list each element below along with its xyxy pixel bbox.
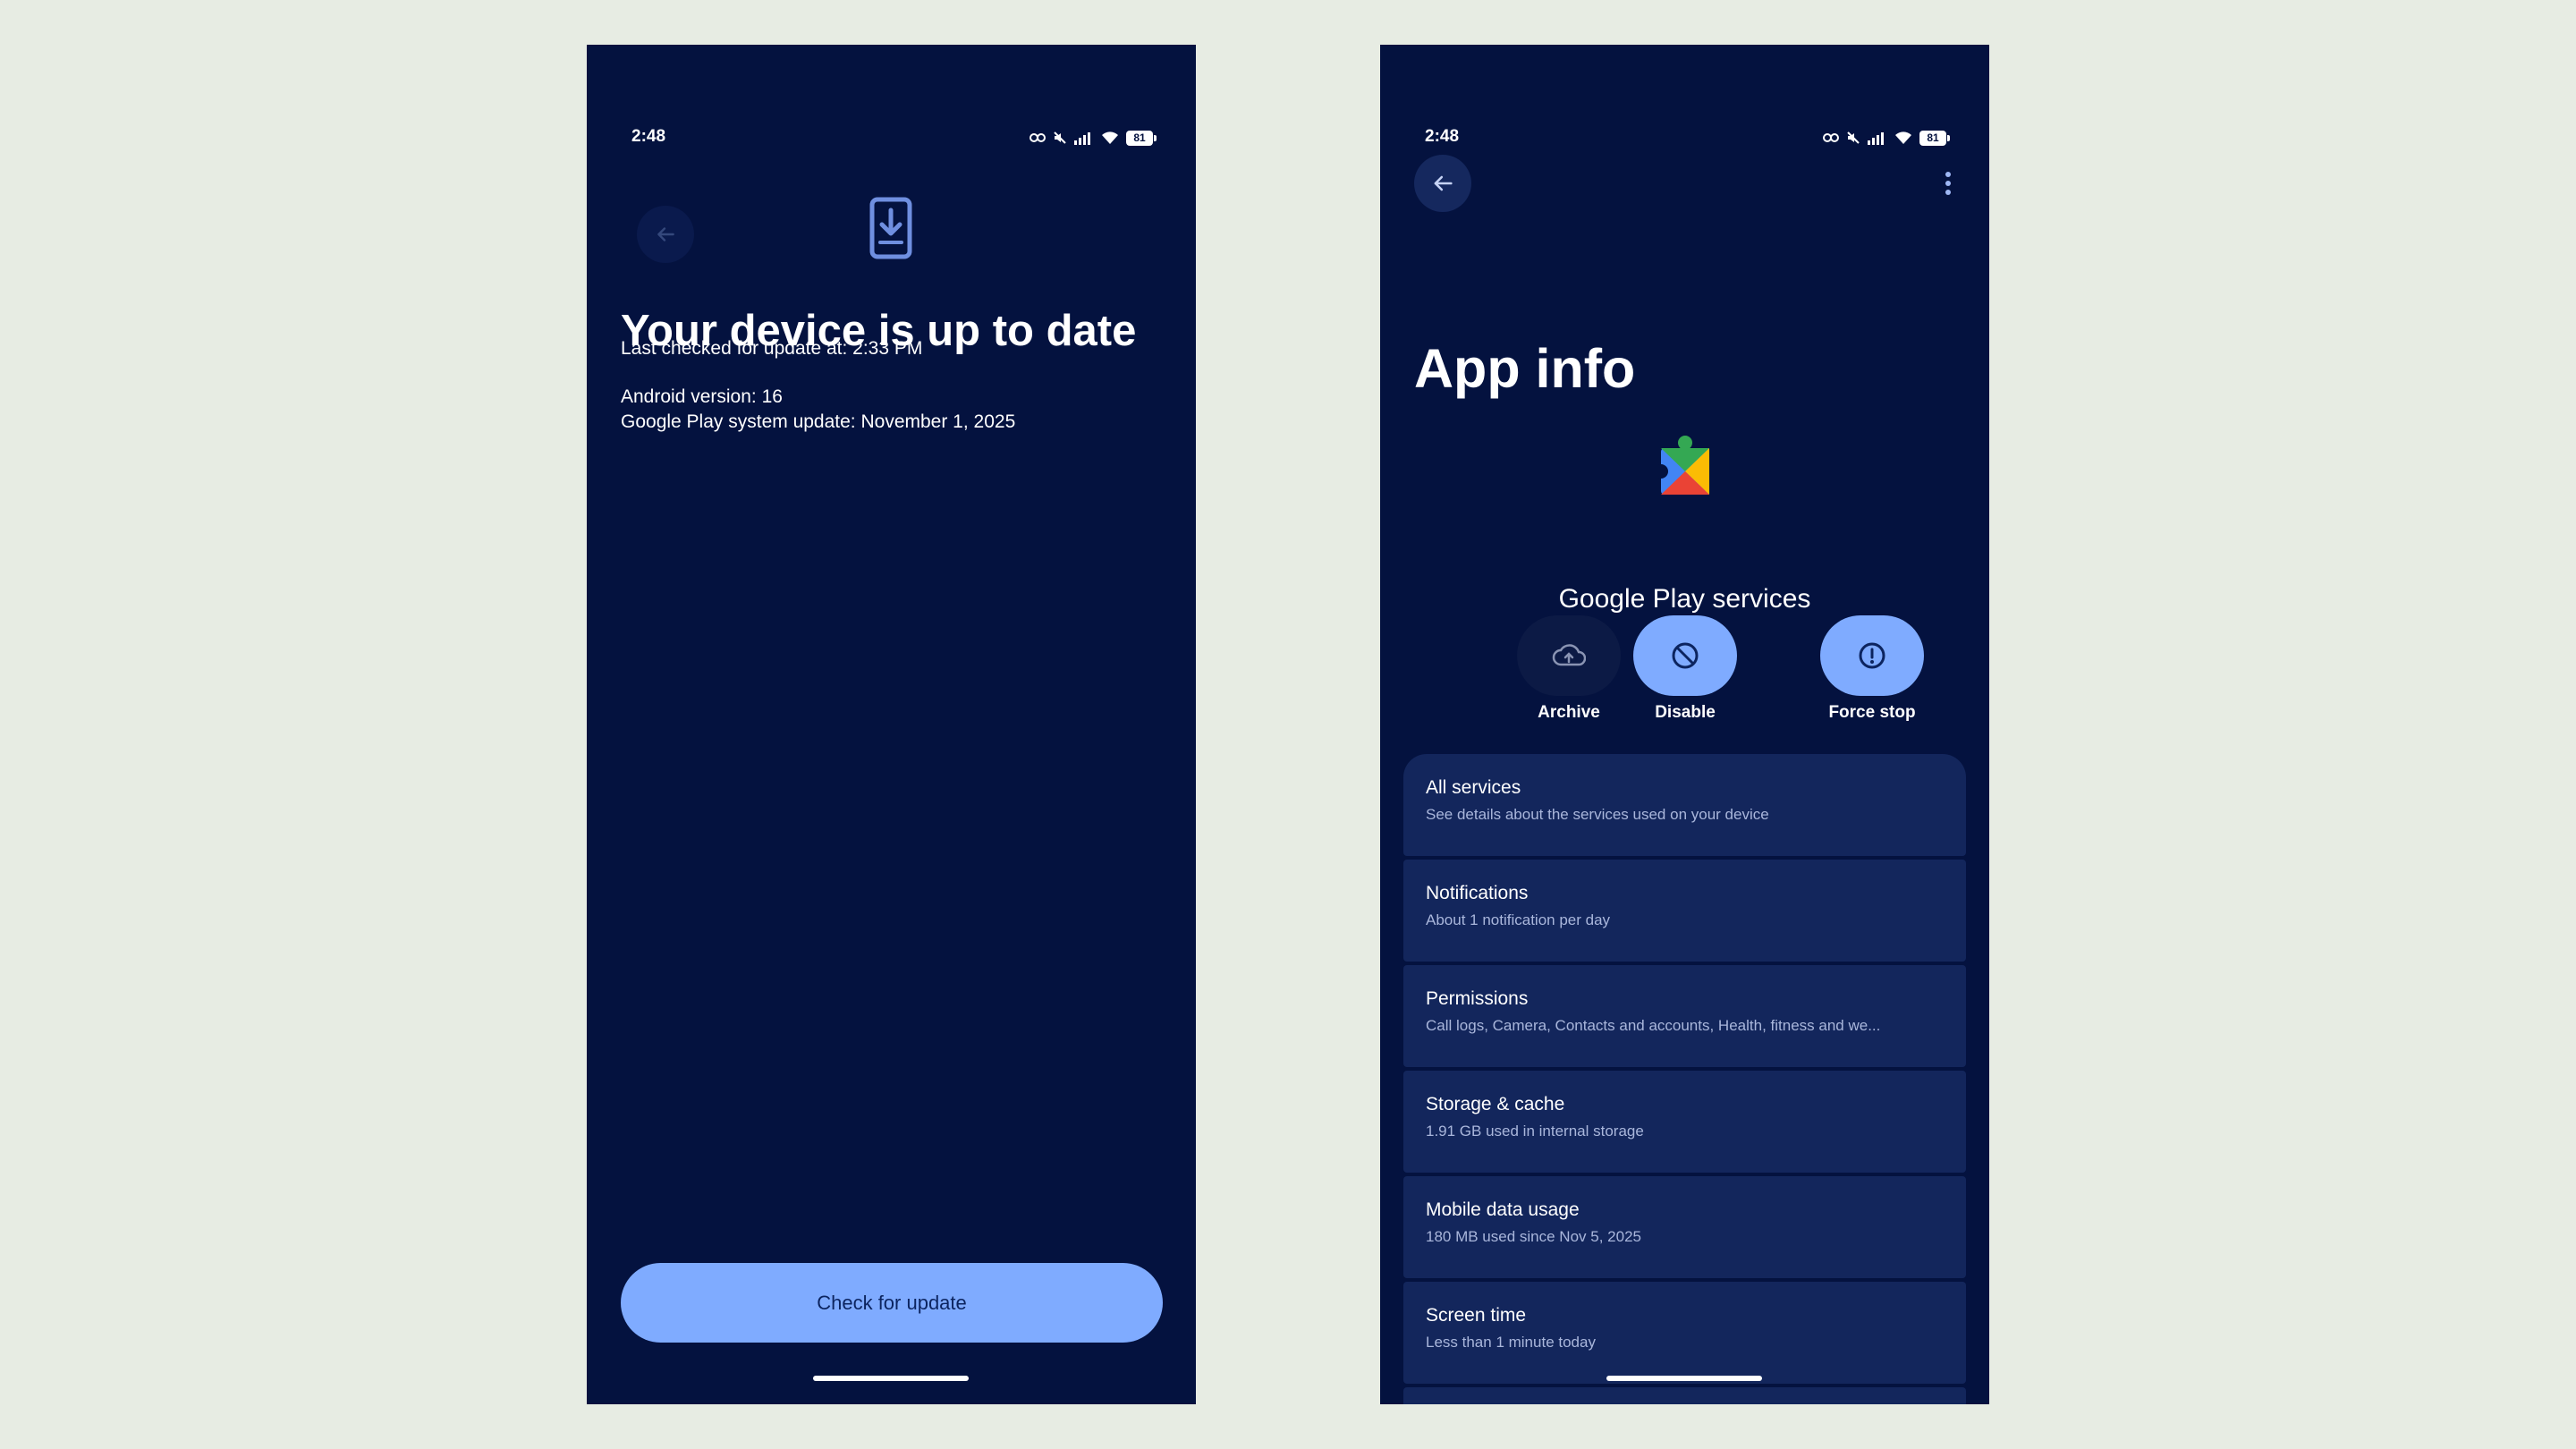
wifi-icon: [1895, 131, 1911, 144]
list-item-all-services[interactable]: All services See details about the servi…: [1403, 754, 1966, 856]
list-item-notifications[interactable]: Notifications About 1 notification per d…: [1403, 860, 1966, 962]
check-for-update-button[interactable]: Check for update: [621, 1263, 1163, 1343]
list-item-title: Permissions: [1426, 988, 1529, 1009]
mute-icon: [1054, 131, 1066, 144]
block-icon: [1672, 642, 1699, 669]
list-item-subtitle: 1.91 GB used in internal storage: [1426, 1123, 1644, 1140]
google-play-services-icon: [1657, 436, 1709, 495]
status-time: 2:48: [631, 127, 666, 146]
app-info-screen: 2:48 81 App info Google Play services Ar…: [1380, 45, 1989, 1404]
archive-button[interactable]: [1517, 615, 1621, 696]
alert-circle-icon: [1859, 642, 1885, 669]
system-update-screen: 2:48 81 Your device is up to date Last c…: [587, 45, 1196, 1404]
cloud-upload-icon: [1552, 644, 1586, 666]
app-name: Google Play services: [1558, 584, 1811, 614]
wifi-icon: [1102, 131, 1118, 144]
status-icons: 81: [1030, 129, 1157, 147]
arrow-left-icon: [657, 227, 674, 242]
home-indicator[interactable]: [1606, 1376, 1762, 1381]
list-item-permissions[interactable]: Permissions Call logs, Camera, Contacts …: [1403, 965, 1966, 1067]
back-button[interactable]: [1414, 155, 1471, 212]
force-stop-button[interactable]: [1820, 615, 1924, 696]
link-icon: [1823, 133, 1839, 142]
disable-button[interactable]: [1633, 615, 1737, 696]
last-checked-text: Last checked for update at: 2:33 PM: [621, 338, 923, 359]
list-item-title: Notifications: [1426, 883, 1529, 903]
force-stop-action[interactable]: Force stop: [1819, 615, 1925, 723]
list-item-title: Storage & cache: [1426, 1094, 1565, 1114]
list-item-subtitle: About 1 notification per day: [1426, 911, 1611, 928]
list-item-subtitle: See details about the services used on y…: [1426, 806, 1769, 823]
list-item-mobile-data-usage[interactable]: Mobile data usage 180 MB used since Nov …: [1403, 1176, 1966, 1278]
status-time: 2:48: [1425, 127, 1460, 146]
list-item-partial[interactable]: [1403, 1387, 1966, 1404]
list-item-title: All services: [1426, 777, 1521, 798]
play-system-update-text: Google Play system update: November 1, 2…: [621, 411, 1016, 432]
list-item-subtitle: Less than 1 minute today: [1426, 1334, 1596, 1351]
link-icon: [1030, 133, 1046, 142]
status-icons: 81: [1823, 129, 1950, 147]
arrow-left-icon: [1434, 175, 1453, 191]
more-options-button[interactable]: [1930, 165, 1966, 201]
list-item-subtitle: 180 MB used since Nov 5, 2025: [1426, 1228, 1641, 1245]
list-item-screen-time[interactable]: Screen time Less than 1 minute today: [1403, 1282, 1966, 1384]
archive-label: Archive: [1538, 703, 1600, 722]
system-update-icon: [869, 197, 912, 259]
android-version-text: Android version: 16: [621, 386, 783, 407]
page-title: App info: [1414, 338, 1636, 399]
back-button[interactable]: [637, 206, 694, 263]
list-item-title: Screen time: [1426, 1305, 1527, 1326]
archive-action[interactable]: Archive: [1516, 615, 1622, 723]
force-stop-label: Force stop: [1828, 703, 1916, 722]
mute-icon: [1847, 131, 1860, 144]
signal-icon: [1074, 132, 1090, 145]
signal-icon: [1868, 132, 1884, 145]
battery-icon: 81: [1919, 130, 1950, 146]
list-item-storage-cache[interactable]: Storage & cache 1.91 GB used in internal…: [1403, 1071, 1966, 1173]
list-item-subtitle: Call logs, Camera, Contacts and accounts…: [1426, 1017, 1881, 1034]
disable-label: Disable: [1655, 703, 1716, 722]
home-indicator[interactable]: [813, 1376, 969, 1381]
disable-action[interactable]: Disable: [1632, 615, 1738, 723]
battery-icon: 81: [1126, 130, 1157, 146]
list-item-title: Mobile data usage: [1426, 1199, 1580, 1220]
more-vert-icon: [1945, 172, 1951, 195]
